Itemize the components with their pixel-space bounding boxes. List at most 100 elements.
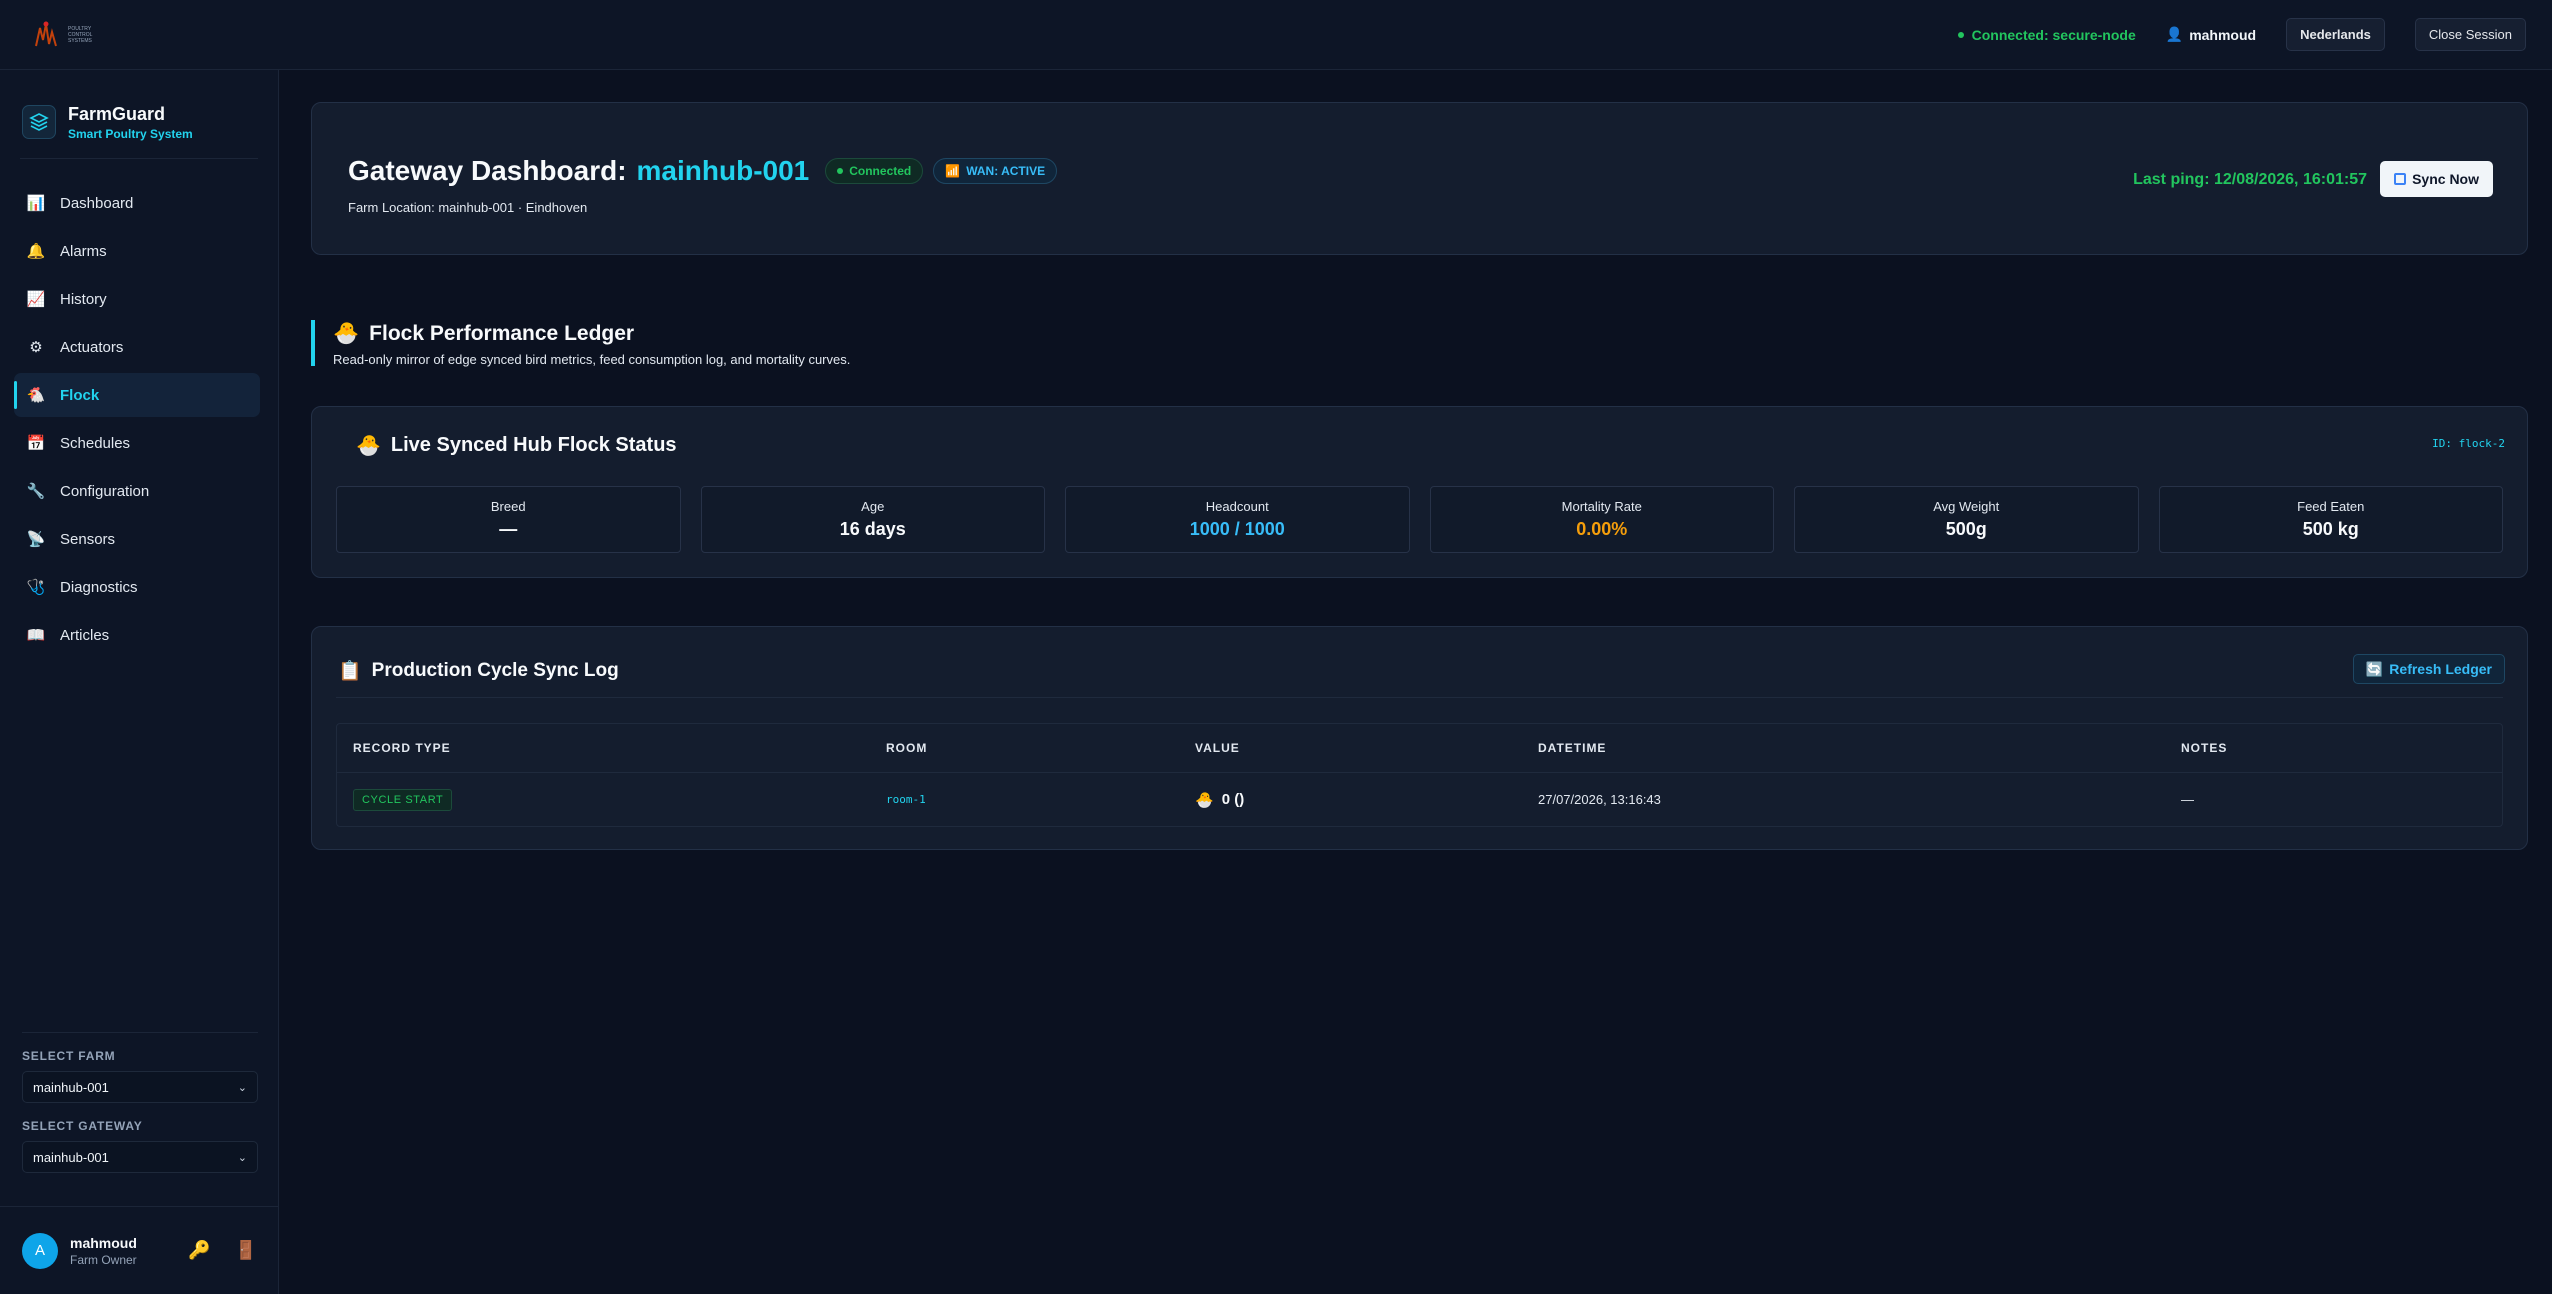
chick-icon: 🐣 xyxy=(1195,791,1214,809)
column-header: VALUE xyxy=(1195,741,1240,755)
sidebar-item-articles[interactable]: 📖 Articles xyxy=(14,613,260,657)
sidebar-item-flock[interactable]: 🐔 Flock xyxy=(14,373,260,417)
metric-label: Mortality Rate xyxy=(1561,499,1642,514)
value-cell: 🐣 0 () xyxy=(1195,791,1245,809)
table-row: CYCLE START room-1 🐣 0 () 27/07/2026, 13… xyxy=(337,773,2502,826)
user-name: mahmoud xyxy=(70,1234,137,1251)
sidebar-item-label: Diagnostics xyxy=(60,578,138,596)
sidebar-item-configuration[interactable]: 🔧 Configuration xyxy=(14,469,260,513)
flock-status-title: 🐣 Live Synced Hub Flock Status xyxy=(356,434,677,457)
stethoscope-icon: 🩺 xyxy=(26,579,46,596)
top-bar: POULTRY CONTROL SYSTEMS Connected: secur… xyxy=(0,0,2552,70)
column-header: RECORD TYPE xyxy=(353,741,451,755)
sidebar-item-label: Actuators xyxy=(60,338,124,356)
sidebar-item-label: Articles xyxy=(60,626,110,644)
last-ping: Last ping: 12/08/2026, 16:01:57 xyxy=(2133,171,2367,188)
logo-text: POULTRY CONTROL SYSTEMS xyxy=(68,25,93,44)
selector-section: SELECT FARM mainhub-001 ⌄ SELECT GATEWAY… xyxy=(22,1032,258,1189)
sidebar: FarmGuard Smart Poultry System 📊 Dashboar… xyxy=(0,70,279,1294)
user-icon: 👤 xyxy=(2165,26,2184,42)
metric-mortality-rate: Mortality Rate 0.00% xyxy=(1429,486,1774,553)
farm-location: Farm Location: mainhub-001 · Eindhoven xyxy=(348,200,588,215)
sidebar-item-diagnostics[interactable]: 🩺 Diagnostics xyxy=(14,565,260,609)
sidebar-item-label: Schedules xyxy=(60,434,131,452)
gear-icon: ⚙ xyxy=(29,339,43,356)
room-cell: room-1 xyxy=(886,793,926,806)
metric-avg-weight: Avg Weight 500g xyxy=(1794,486,2139,553)
sidebar-item-label: Sensors xyxy=(60,530,116,548)
refresh-ledger-button[interactable]: 🔄 Refresh Ledger xyxy=(2352,654,2505,684)
metric-value: 500g xyxy=(1945,519,1987,539)
ledger-title: 🐣 Flock Performance Ledger xyxy=(333,322,635,345)
select-gateway-dropdown[interactable]: mainhub-001 ⌄ xyxy=(22,1141,258,1173)
satellite-icon: 📡 xyxy=(26,531,46,548)
ledger-section-header: 🐣 Flock Performance Ledger Read-only mir… xyxy=(311,320,850,367)
sync-now-button[interactable]: Sync Now xyxy=(2380,161,2493,197)
logout-door-icon[interactable]: 🚪 xyxy=(235,1240,257,1261)
bell-icon: 🔔 xyxy=(26,243,46,260)
metric-headcount: Headcount 1000 / 1000 xyxy=(1065,486,1410,553)
wrench-icon: 🔧 xyxy=(26,483,46,500)
sidebar-item-label: History xyxy=(60,290,107,308)
chevron-down-icon: ⌄ xyxy=(237,1151,247,1164)
wan-badge: 📶 WAN: ACTIVE xyxy=(933,158,1058,184)
column-header: DATETIME xyxy=(1538,741,1607,755)
sync-log-title: 📋 Production Cycle Sync Log xyxy=(338,660,619,682)
select-farm-dropdown[interactable]: mainhub-001 ⌄ xyxy=(22,1071,258,1103)
divider xyxy=(336,697,2503,698)
close-session-button[interactable]: Close Session xyxy=(2414,18,2526,51)
user-role: Farm Owner xyxy=(70,1252,137,1267)
language-button[interactable]: Nederlands xyxy=(2286,18,2385,51)
calendar-icon: 📅 xyxy=(26,435,46,452)
column-header: ROOM xyxy=(886,741,928,755)
gateway-header-card: Gateway Dashboard: mainhub-001 Connected… xyxy=(311,102,2528,255)
connected-badge: Connected xyxy=(825,158,924,184)
metric-age: Age 16 days xyxy=(700,486,1045,553)
metric-label: Breed xyxy=(490,499,526,514)
sidebar-item-actuators[interactable]: ⚙ Actuators xyxy=(14,325,260,369)
layers-icon xyxy=(22,105,56,139)
rooster-logo-icon xyxy=(35,21,57,46)
sidebar-nav: 📊 Dashboard 🔔 Alarms 📈 History ⚙ Actuators 🐔 Floc… xyxy=(0,159,278,657)
metric-breed: Breed — xyxy=(336,486,681,553)
refresh-icon: 🔄 xyxy=(2365,660,2384,677)
brand-subtitle: Smart Poultry System xyxy=(68,126,193,141)
divider xyxy=(22,1032,258,1033)
sidebar-item-history[interactable]: 📈 History xyxy=(14,277,260,321)
connection-status: Connected: secure-node xyxy=(1957,27,2136,43)
user-footer: A mahmoud Farm Owner 🔑 🚪 xyxy=(0,1206,279,1294)
record-type-badge: CYCLE START xyxy=(353,788,453,811)
chevron-down-icon: ⌄ xyxy=(237,1081,247,1094)
table-header-row: RECORD TYPE ROOM VALUE DATETIME NOTES xyxy=(337,724,2502,773)
metric-label: Avg Weight xyxy=(1933,499,2000,514)
status-dot-icon xyxy=(1957,31,1964,38)
sync-log-card: 📋 Production Cycle Sync Log 🔄 Refresh Le… xyxy=(311,626,2528,850)
column-header: NOTES xyxy=(2181,741,2228,755)
top-user: 👤 mahmoud xyxy=(2165,26,2257,43)
sidebar-item-label: Flock xyxy=(60,386,100,404)
metric-label: Feed Eaten xyxy=(2297,499,2365,514)
sidebar-item-dashboard[interactable]: 📊 Dashboard xyxy=(14,181,260,225)
sync-log-table: RECORD TYPE ROOM VALUE DATETIME NOTES CY… xyxy=(336,723,2503,827)
metric-label: Headcount xyxy=(1205,499,1269,514)
company-logo: POULTRY CONTROL SYSTEMS xyxy=(30,17,92,53)
sidebar-item-alarms[interactable]: 🔔 Alarms xyxy=(14,229,260,273)
chick-icon: 🐣 xyxy=(356,435,381,457)
bar-chart-icon: 📊 xyxy=(26,195,46,212)
key-icon[interactable]: 🔑 xyxy=(188,1240,210,1261)
trend-chart-icon: 📈 xyxy=(26,291,46,308)
avatar[interactable]: A xyxy=(22,1232,58,1269)
metric-value: 16 days xyxy=(839,519,906,539)
sidebar-item-label: Configuration xyxy=(60,482,150,500)
metric-value: 1000 / 1000 xyxy=(1189,519,1285,539)
sidebar-item-label: Alarms xyxy=(60,242,107,260)
metric-value: — xyxy=(499,519,518,539)
flock-status-card: 🐣 Live Synced Hub Flock Status ID: flock… xyxy=(311,406,2528,578)
flock-id: ID: flock-2 xyxy=(2432,437,2505,450)
sync-icon xyxy=(2394,173,2407,185)
sidebar-item-schedules[interactable]: 📅 Schedules xyxy=(14,421,260,465)
brand: FarmGuard Smart Poultry System xyxy=(0,70,278,150)
brand-title: FarmGuard xyxy=(68,103,166,124)
sidebar-item-sensors[interactable]: 📡 Sensors xyxy=(14,517,260,561)
clipboard-icon: 📋 xyxy=(338,661,362,682)
